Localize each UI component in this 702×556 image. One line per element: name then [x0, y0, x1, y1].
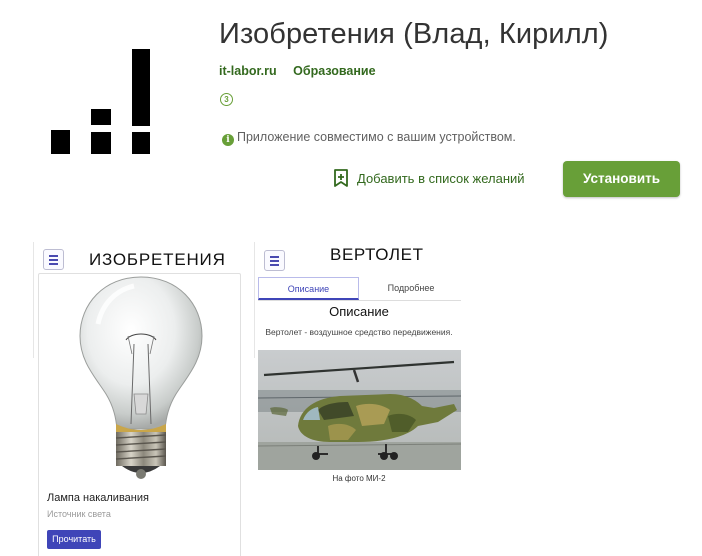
section-description: Вертолет - воздушное средство передвижен…	[265, 327, 453, 337]
category-link[interactable]: Образование	[293, 64, 375, 78]
app-icon-bar-3a	[132, 49, 150, 126]
tab-details[interactable]: Подробнее	[361, 277, 461, 299]
card-subtitle: Источник света	[47, 509, 111, 519]
app-icon-bar-2a	[91, 109, 111, 125]
app-icon-bar-3b	[132, 132, 150, 154]
app-icon-bar-2b	[91, 132, 111, 154]
screenshot-2[interactable]: ВЕРТОЛЕТ Описание Подробнее Описание Вер…	[254, 242, 464, 492]
helicopter-image	[258, 350, 461, 470]
read-button[interactable]: Прочитать	[47, 530, 101, 549]
screenshot-1-header: ИЗОБРЕТЕНИЯ	[89, 250, 226, 269]
info-icon: i	[222, 134, 234, 146]
card-title: Лампа накаливания	[47, 492, 149, 504]
wishlist-label: Добавить в список желаний	[357, 171, 525, 186]
hamburger-menu-icon	[264, 250, 285, 271]
bookmark-add-icon	[334, 169, 348, 187]
screenshot-1[interactable]: ИЗОБРЕТЕНИЯ Лампа накаливания Источник с…	[33, 242, 242, 556]
screenshot-divider	[33, 242, 34, 358]
developer-link[interactable]: it-labor.ru	[219, 64, 277, 78]
section-title: Описание	[329, 304, 389, 319]
add-to-wishlist-button[interactable]: Добавить в список желаний	[333, 169, 525, 187]
invention-card: Лампа накаливания Источник света Прочита…	[38, 273, 241, 556]
install-button[interactable]: Установить	[563, 161, 680, 197]
screenshot-divider	[254, 242, 255, 358]
tab-bar: Описание Подробнее	[258, 277, 461, 301]
hamburger-menu-icon	[43, 249, 64, 270]
image-caption: На фото МИ-2	[332, 474, 386, 483]
compatibility-text: Приложение совместимо с вашим устройство…	[237, 130, 516, 144]
app-meta: it-labor.ru Образование	[219, 64, 389, 78]
app-icon-bar-1	[51, 130, 70, 154]
compatibility-notice: i Приложение совместимо с вашим устройств…	[222, 130, 516, 146]
app-icon	[48, 46, 152, 156]
app-title: Изобретения (Влад, Кирилл)	[219, 18, 609, 50]
screenshot-2-header: ВЕРТОЛЕТ	[330, 245, 424, 264]
light-bulb-image	[79, 276, 203, 479]
content-rating-badge[interactable]: 3	[220, 93, 233, 106]
tab-description[interactable]: Описание	[258, 277, 359, 300]
